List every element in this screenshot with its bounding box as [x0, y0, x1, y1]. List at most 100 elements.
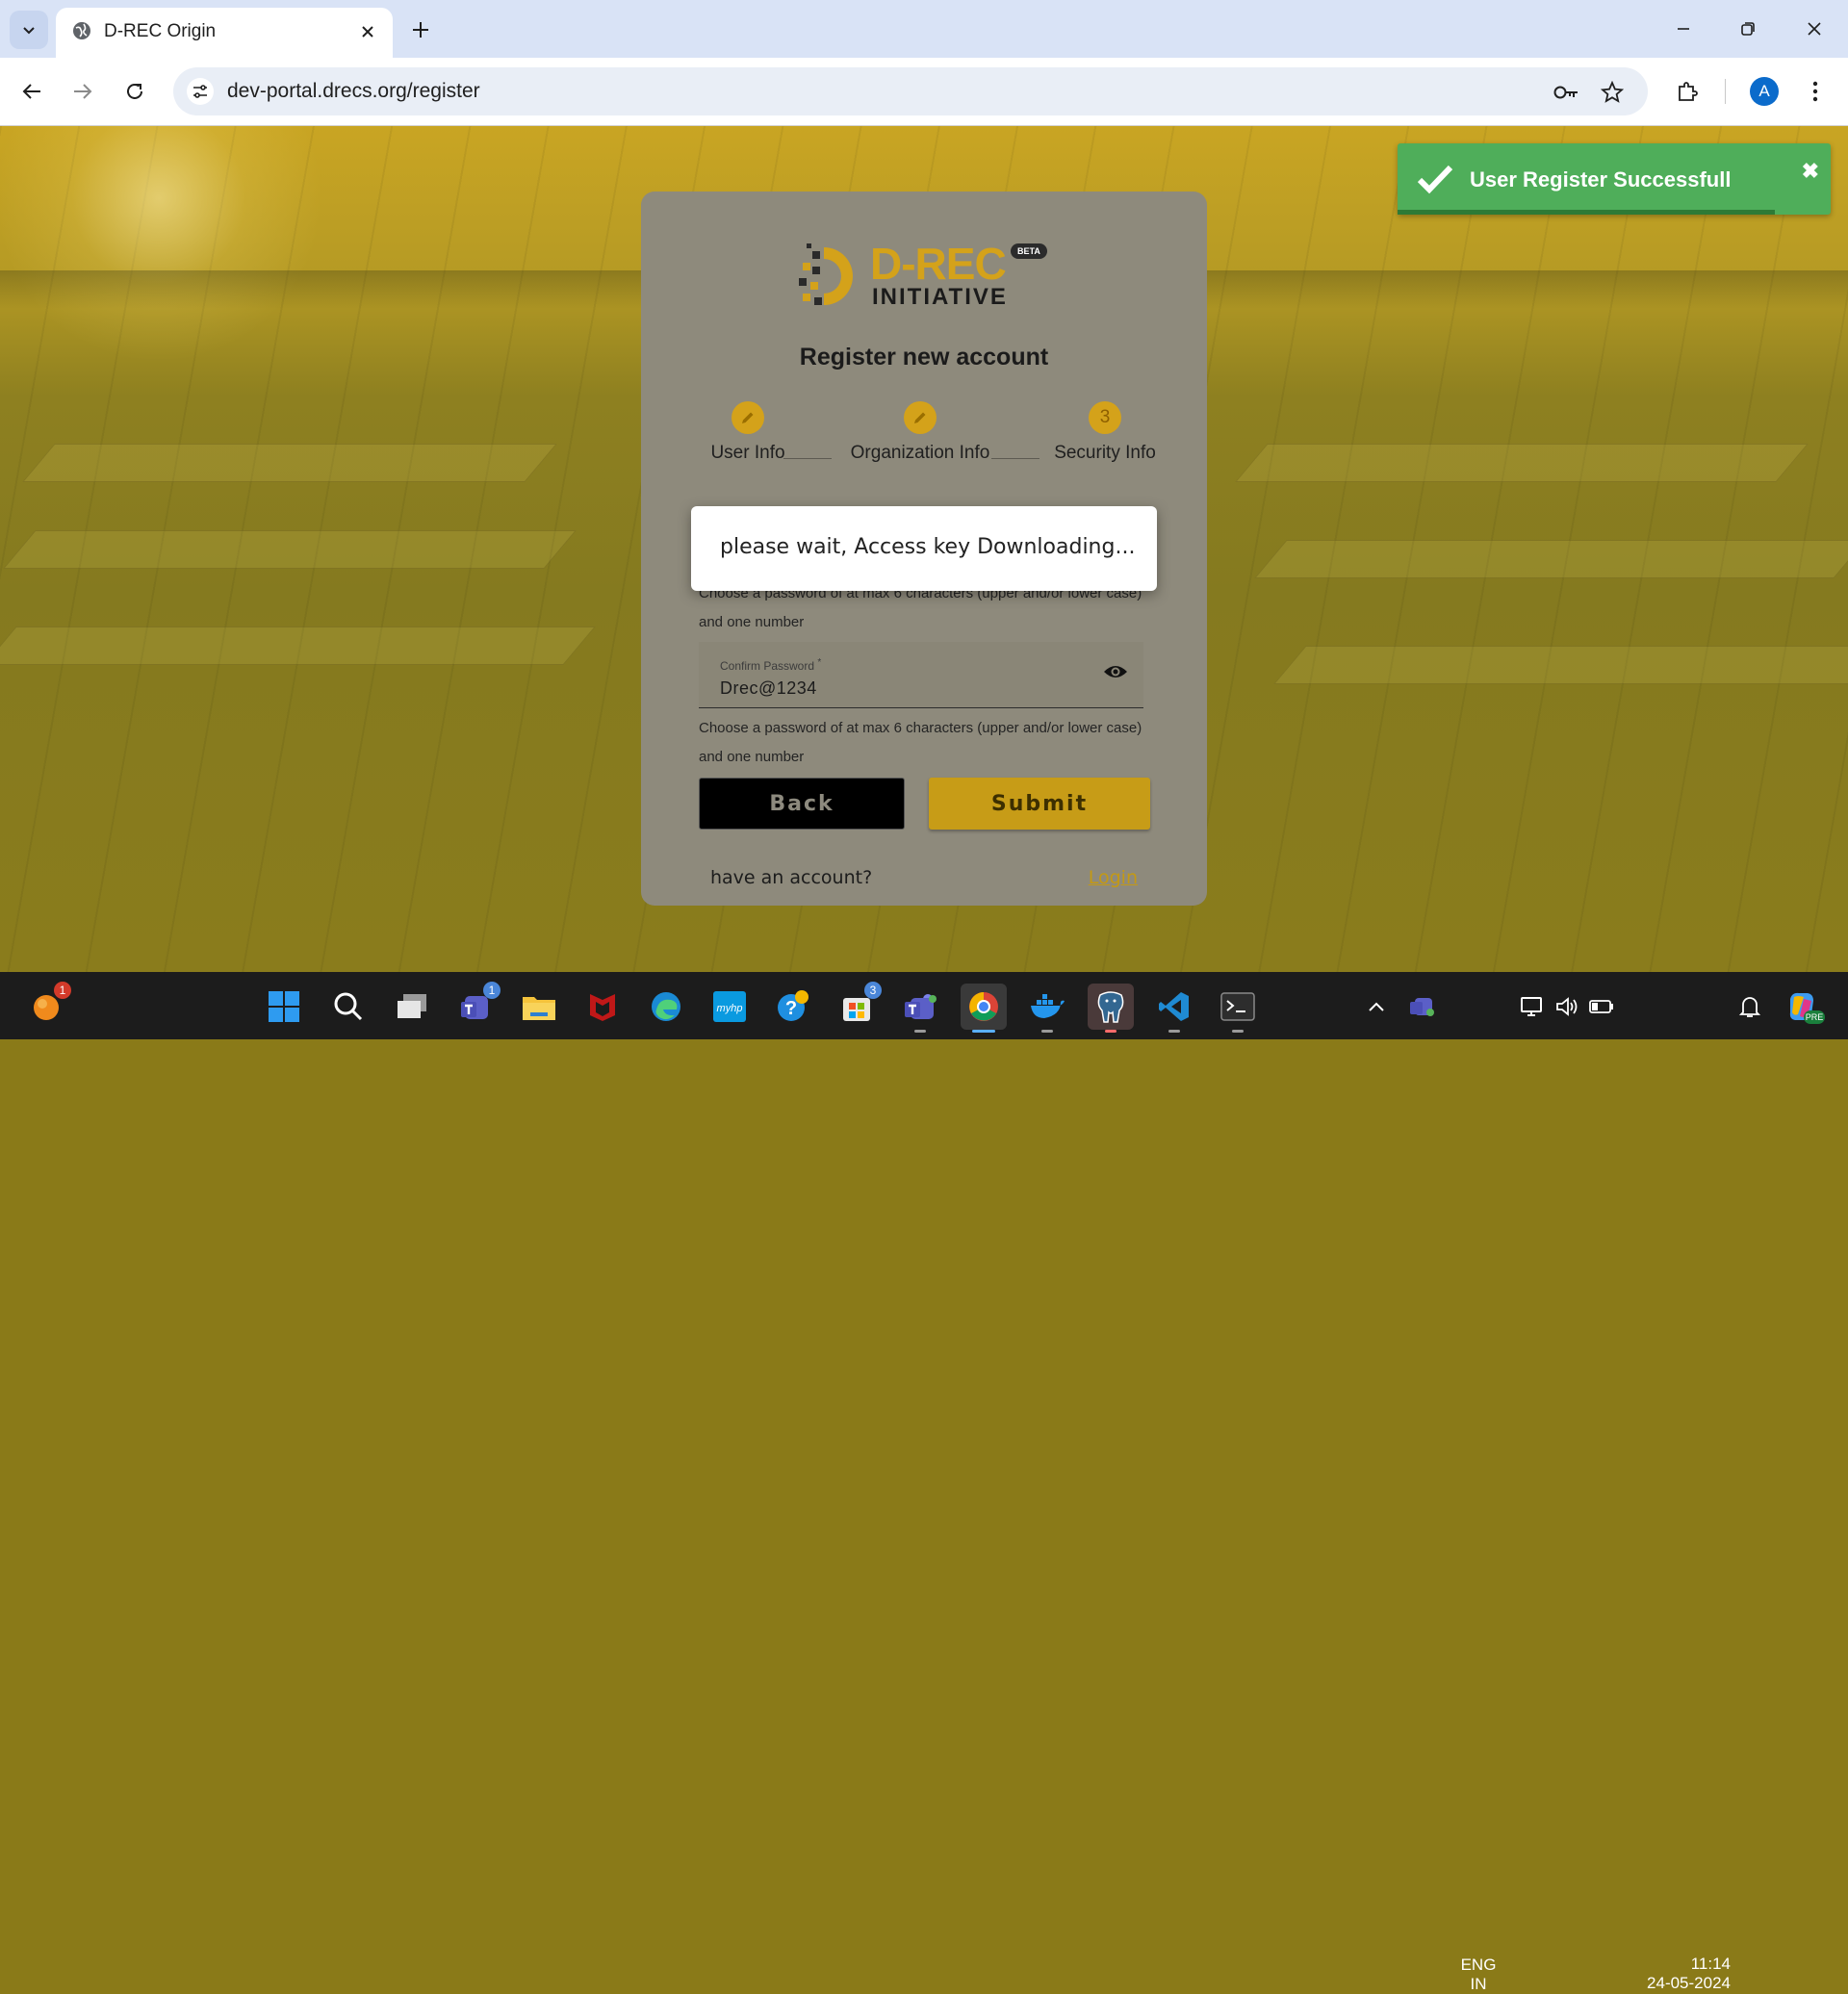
- arrow-left-icon: [22, 84, 40, 99]
- notifications-button[interactable]: [1727, 984, 1773, 1030]
- toast-progress-bar: [1398, 210, 1775, 215]
- docker-app[interactable]: [1024, 984, 1070, 1033]
- language-code: ENG: [1460, 1956, 1497, 1974]
- battery-icon[interactable]: [1578, 984, 1625, 1030]
- confirm-password-hint: Choose a password of at max 6 characters…: [699, 720, 1142, 765]
- notification-app[interactable]: 1: [23, 982, 71, 1030]
- bell-icon: [1739, 997, 1760, 1017]
- password-key-icon[interactable]: [1552, 78, 1580, 107]
- restore-icon: [1741, 22, 1755, 36]
- show-hidden-icons-button[interactable]: [1353, 984, 1399, 1030]
- mcafee-icon: [590, 994, 615, 1021]
- chrome-menu-button[interactable]: [1796, 72, 1835, 111]
- postgres-icon: [1097, 991, 1124, 1023]
- step-label: User Info: [710, 443, 785, 463]
- confirm-password-value: Drec@1234: [720, 678, 817, 698]
- logo-word-drec: D-REC: [870, 239, 1007, 289]
- login-link[interactable]: Login: [1089, 867, 1138, 888]
- teams-badge: 1: [483, 982, 500, 999]
- tab-search-button[interactable]: [10, 11, 48, 49]
- running-indicator: [1168, 1030, 1180, 1033]
- teams-icon: [905, 994, 937, 1019]
- logo-word-initiative: INITIATIVE: [872, 284, 1008, 310]
- minimize-button[interactable]: [1661, 10, 1706, 48]
- back-button[interactable]: Back: [699, 778, 905, 830]
- vscode-app[interactable]: [1151, 984, 1197, 1033]
- puzzle-icon: [1679, 82, 1698, 101]
- loading-message: please wait, Access key Downloading...: [720, 535, 1136, 559]
- reload-button[interactable]: [116, 72, 154, 111]
- language-indicator[interactable]: ENG IN: [1451, 1956, 1505, 1994]
- extensions-button[interactable]: [1668, 72, 1707, 111]
- terminal-app[interactable]: [1215, 984, 1261, 1033]
- task-view-button[interactable]: [389, 984, 435, 1030]
- teams-app[interactable]: [897, 984, 943, 1033]
- myhp-app[interactable]: myhp: [706, 984, 753, 1030]
- toast-message: User Register Successfull: [1470, 167, 1732, 192]
- teams-chat-app[interactable]: 1: [452, 982, 500, 1030]
- running-indicator: [1105, 1030, 1116, 1033]
- running-indicator: [914, 1030, 926, 1033]
- drec-logo-mark-icon: [799, 243, 853, 305]
- eye-icon[interactable]: [1103, 663, 1128, 685]
- back-nav-button[interactable]: [13, 72, 51, 111]
- chrome-app[interactable]: [961, 984, 1007, 1033]
- close-window-button[interactable]: [1792, 10, 1836, 48]
- confirm-password-field[interactable]: Confirm Password * Drec@1234: [699, 642, 1143, 708]
- close-icon: [1808, 22, 1821, 36]
- pencil-icon: [914, 412, 926, 423]
- windows-taskbar: 1 1 myhp ? 3 ENG IN 11:14 24-05-2024 PRE: [0, 972, 1848, 1993]
- edge-app[interactable]: [643, 984, 689, 1030]
- taskbar-search-button[interactable]: [325, 984, 372, 1030]
- page-title: Register new account: [799, 344, 1049, 371]
- chevron-down-icon: [23, 27, 35, 35]
- get-help-app[interactable]: ?: [770, 984, 816, 1030]
- solar-panel-row: [1273, 646, 1848, 684]
- new-tab-button[interactable]: [404, 13, 437, 46]
- search-icon: [334, 992, 363, 1021]
- bookmark-star-icon[interactable]: [1598, 78, 1627, 107]
- browser-tab[interactable]: D-REC Origin: [56, 8, 393, 58]
- clock[interactable]: 11:14 24-05-2024: [1630, 1955, 1731, 1993]
- tray-teams-icon[interactable]: [1399, 984, 1446, 1030]
- step-security-info[interactable]: 3 Security Info: [1047, 401, 1163, 464]
- kebab-menu-icon: [1812, 81, 1818, 102]
- submit-button[interactable]: Submit: [929, 778, 1150, 830]
- profile-avatar[interactable]: A: [1750, 77, 1779, 106]
- clock-date: 24-05-2024: [1647, 1974, 1731, 1992]
- edge-icon: [652, 992, 680, 1021]
- copilot-button[interactable]: PRE: [1779, 984, 1825, 1030]
- restore-button[interactable]: [1726, 10, 1770, 48]
- step-dot: [732, 401, 764, 434]
- notification-badge: 1: [54, 982, 71, 999]
- reload-icon: [127, 83, 142, 99]
- mcafee-app[interactable]: [579, 984, 626, 1030]
- step-organization-info[interactable]: Organization Info: [837, 401, 1003, 464]
- forward-nav-button[interactable]: [64, 72, 102, 111]
- close-tab-icon[interactable]: [354, 18, 381, 45]
- site-settings-icon[interactable]: [187, 78, 214, 105]
- browser-tab-bar: D-REC Origin: [0, 0, 1848, 58]
- start-button[interactable]: [261, 984, 307, 1030]
- svg-text:myhp: myhp: [717, 1003, 743, 1014]
- have-account-text: have an account?: [710, 867, 873, 888]
- teams-icon: [1410, 998, 1434, 1016]
- myhp-icon: myhp: [713, 991, 746, 1022]
- solar-panel-row: [1254, 540, 1848, 578]
- clock-time: 11:14: [1690, 1955, 1731, 1973]
- file-explorer-app[interactable]: [516, 984, 562, 1030]
- address-bar[interactable]: dev-portal.drecs.org/register: [173, 67, 1648, 115]
- chrome-icon: [969, 992, 998, 1021]
- arrow-right-icon: [74, 84, 92, 99]
- browser-toolbar: dev-portal.drecs.org/register A: [0, 58, 1848, 126]
- minimize-icon: [1678, 28, 1689, 30]
- step-connector: [783, 458, 832, 459]
- toast-close-icon[interactable]: ✖: [1802, 159, 1819, 184]
- url-text[interactable]: dev-portal.drecs.org/register: [227, 80, 480, 103]
- store-app[interactable]: 3: [834, 982, 882, 1030]
- step-user-info[interactable]: User Info: [695, 401, 801, 464]
- docker-icon: [1031, 994, 1065, 1018]
- tab-title: D-REC Origin: [104, 21, 217, 41]
- pgadmin-app[interactable]: [1088, 984, 1134, 1033]
- solar-panel-row: [1235, 444, 1809, 482]
